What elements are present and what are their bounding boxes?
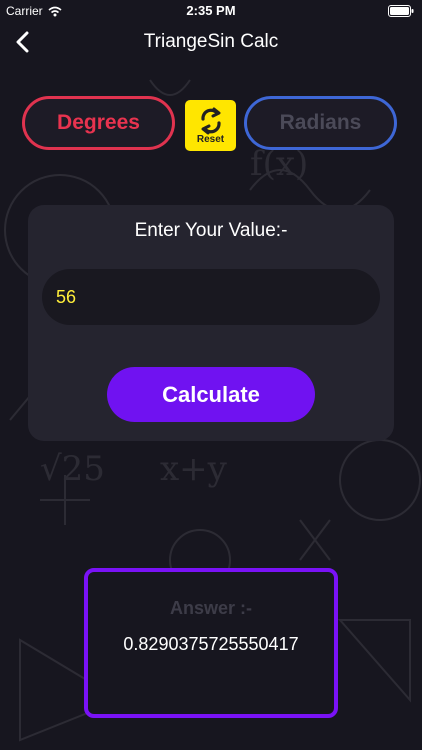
svg-text:√25: √25 xyxy=(40,449,105,489)
calculate-label: Calculate xyxy=(162,381,260,407)
value-input[interactable] xyxy=(42,269,380,325)
mode-selector: Degrees Reset Radians xyxy=(22,96,400,154)
answer-box: Answer :- 0.8290375725550417 xyxy=(84,568,338,718)
calculate-button[interactable]: Calculate xyxy=(107,367,315,422)
degrees-label: Degrees xyxy=(57,111,140,134)
radians-label: Radians xyxy=(279,111,362,134)
refresh-icon xyxy=(200,107,221,134)
reset-button[interactable]: Reset xyxy=(185,100,236,151)
status-time: 2:35 PM xyxy=(186,3,236,18)
status-bar: Carrier 2:35 PM xyxy=(0,0,422,22)
battery-icon xyxy=(388,5,414,20)
input-title: Enter Your Value:- xyxy=(134,220,288,241)
page-title: TriangeSin Calc xyxy=(143,31,279,52)
answer-label: Answer :- xyxy=(169,598,252,618)
svg-text:x+y: x+y xyxy=(160,449,228,489)
reset-label: Reset xyxy=(196,133,225,145)
input-card: Enter Your Value:- Calculate xyxy=(28,205,394,441)
nav-bar: TriangeSin Calc xyxy=(0,22,422,62)
degrees-button[interactable]: Degrees xyxy=(22,96,175,150)
radians-button[interactable]: Radians xyxy=(244,96,397,150)
answer-value: 0.8290375725550417 xyxy=(123,634,299,654)
